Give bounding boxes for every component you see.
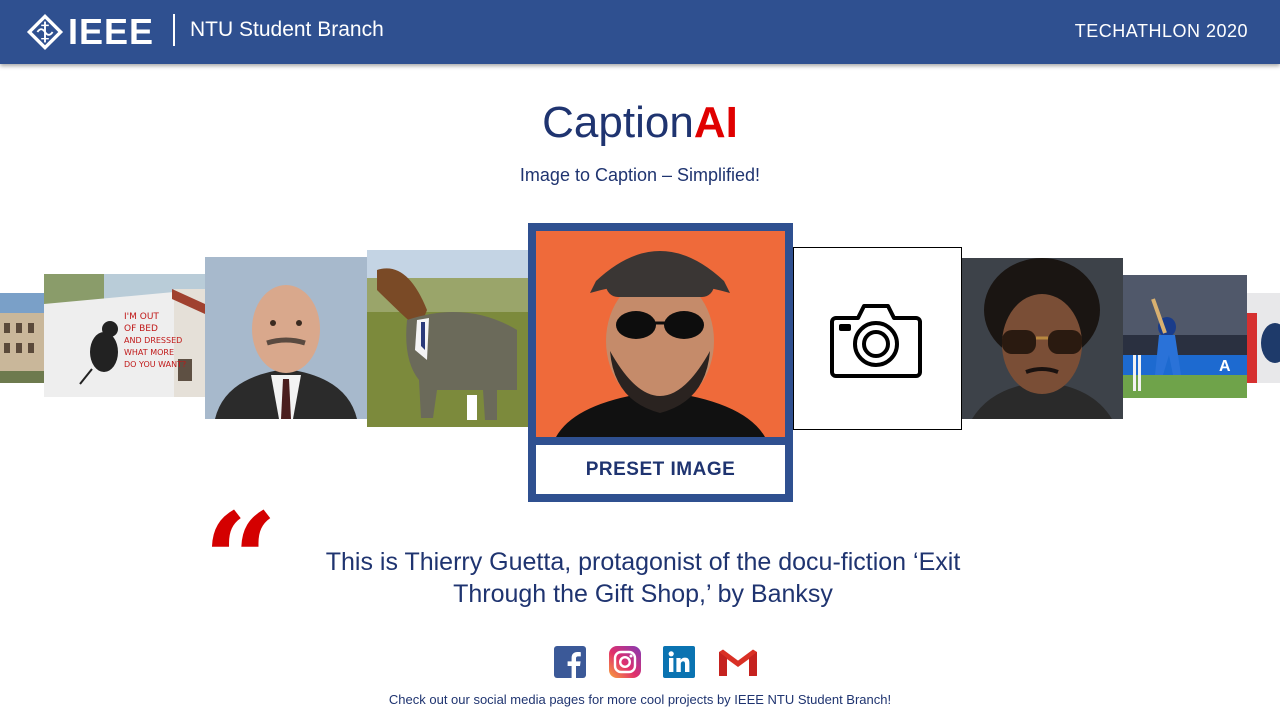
svg-text:DO YOU WANT?: DO YOU WANT?	[124, 360, 186, 369]
thumbnail-building[interactable]	[0, 293, 44, 383]
thumbnail-bald-man[interactable]	[205, 257, 367, 419]
selected-preset-photo[interactable]	[536, 231, 785, 437]
thumbnail-graffiti-rat[interactable]: I'M OUT OF BED AND DRESSED WHAT MORE DO …	[44, 274, 205, 397]
camera-icon	[830, 304, 922, 378]
svg-text:A: A	[1219, 358, 1231, 375]
svg-text:AND DRESSED: AND DRESSED	[124, 336, 182, 345]
selected-preset-card: PRESET IMAGE	[528, 223, 793, 502]
thumbnail-man-sunglasses[interactable]	[962, 258, 1123, 419]
event-name: TECHATHLON 2020	[1074, 21, 1248, 41]
title-main: Caption	[542, 98, 694, 147]
footer-text: Check out our social media pages for mor…	[388, 692, 892, 707]
svg-text:WHAT MORE: WHAT MORE	[124, 348, 174, 357]
quote-icon: “	[203, 484, 278, 637]
title-accent: AI	[693, 98, 738, 147]
thumbnail-partial[interactable]	[1247, 293, 1280, 383]
page-subtitle: Image to Caption – Simplified!	[519, 165, 761, 185]
instagram-icon[interactable]	[609, 646, 641, 678]
preset-image-button[interactable]: PRESET IMAGE	[536, 445, 785, 494]
gmail-icon[interactable]	[718, 646, 758, 678]
generated-caption: This is Thierry Guetta, protagonist of t…	[325, 548, 961, 608]
svg-text:I'M OUT: I'M OUT	[124, 312, 159, 322]
header-bar: IEEE NTU Student Branch TECHATHLON 2020	[0, 0, 1280, 64]
ieee-diamond-icon	[26, 13, 64, 51]
branch-name: NTU Student Branch	[190, 18, 384, 41]
header-divider	[173, 14, 175, 46]
ieee-logo-text: IEEE	[68, 11, 155, 52]
facebook-icon[interactable]	[554, 646, 586, 678]
svg-text:OF BED: OF BED	[124, 324, 158, 334]
thumbnail-cricket[interactable]: A	[1123, 275, 1247, 398]
page-title: CaptionAI	[0, 98, 1280, 148]
upload-image-button[interactable]	[793, 247, 962, 430]
linkedin-icon[interactable]	[663, 646, 695, 678]
thumbnail-horse-in-suit[interactable]	[367, 250, 528, 427]
ieee-logo[interactable]: IEEE	[26, 11, 155, 52]
